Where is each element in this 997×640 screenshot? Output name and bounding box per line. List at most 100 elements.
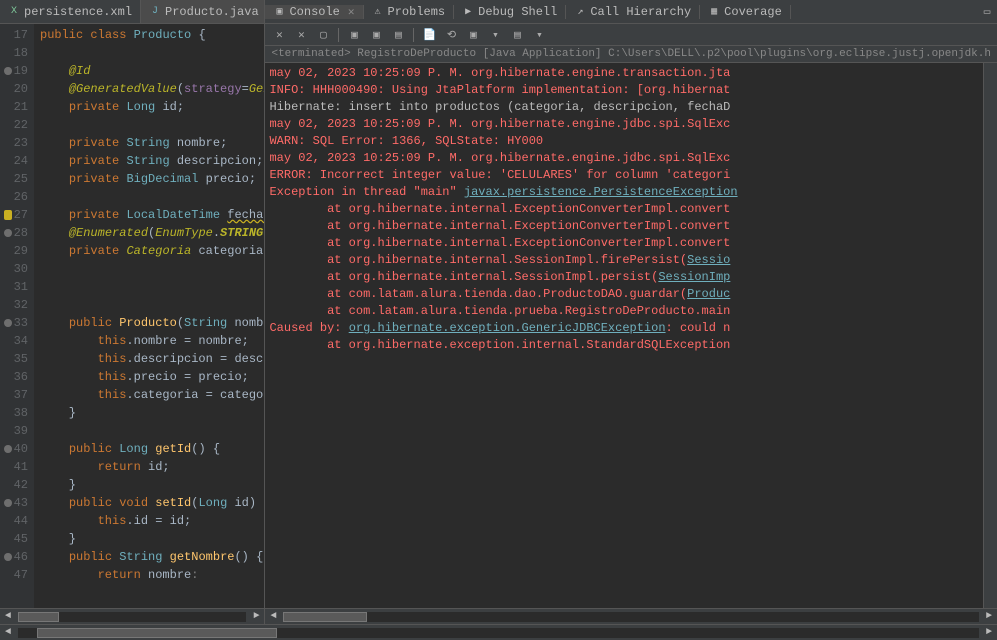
view-tab[interactable]: ▦ Coverage (700, 5, 791, 19)
code-line[interactable] (40, 296, 264, 314)
tab-label: Console (289, 5, 339, 19)
code-line[interactable]: } (40, 404, 264, 422)
code-line[interactable]: public Producto(String nombre, Strin (40, 314, 264, 332)
minimize-icon[interactable]: ▭ (979, 4, 995, 20)
view-tab[interactable]: ⚠Problems (364, 5, 455, 19)
code-line[interactable]: public class Producto { (40, 26, 264, 44)
view-tab[interactable]: ↗Call Hierarchy (566, 5, 700, 19)
toolbar-button[interactable]: ▤ (390, 27, 406, 43)
editor-horizontal-scrollbar[interactable]: ◄ ► (0, 608, 264, 624)
breakpoint-marker[interactable] (4, 553, 12, 561)
toolbar-button[interactable]: ▤ (509, 27, 525, 43)
code-editor[interactable]: public class Producto { @Id @GeneratedVa… (34, 24, 264, 608)
line-number: 45 (14, 530, 28, 548)
line-number: 26 (14, 188, 28, 206)
code-line[interactable]: public void setId(Long id) { (40, 494, 264, 512)
code-line[interactable]: } (40, 476, 264, 494)
toolbar-button[interactable]: ▾ (487, 27, 503, 43)
stacktrace-link[interactable]: org.hibernate.exception.GenericJDBCExcep… (349, 321, 666, 335)
toolbar-button[interactable]: ▣ (465, 27, 481, 43)
console-horizontal-scrollbar[interactable]: ◄ ► (265, 608, 997, 624)
scrollbar-thumb[interactable] (283, 612, 366, 622)
code-line[interactable]: private String nombre; (40, 134, 264, 152)
tab-label: Call Hierarchy (590, 5, 691, 19)
code-line[interactable] (40, 188, 264, 206)
code-line[interactable] (40, 44, 264, 62)
toolbar-button[interactable]: ▣ (346, 27, 362, 43)
code-line[interactable]: this.categoria = categoria; (40, 386, 264, 404)
editor-tab[interactable]: Xpersistence.xml (0, 0, 141, 23)
tab-label: Coverage (724, 5, 782, 19)
view-icon: ▣ (273, 6, 285, 18)
console-vertical-scrollbar[interactable] (983, 63, 997, 608)
scroll-left-arrow[interactable]: ◄ (0, 627, 16, 638)
scroll-right-arrow[interactable]: ► (981, 611, 997, 622)
code-line[interactable] (40, 260, 264, 278)
scrollbar-thumb[interactable] (37, 628, 277, 638)
editor-tab[interactable]: JProducto.java✕ (141, 0, 264, 23)
toolbar-button[interactable]: ⟲ (443, 27, 459, 43)
code-line[interactable]: return id; (40, 458, 264, 476)
stacktrace-link[interactable]: SessionImp (658, 270, 730, 284)
toolbar-button[interactable]: 📄 (421, 27, 437, 43)
code-line[interactable]: private Long id; (40, 98, 264, 116)
view-icon: ▦ (708, 6, 720, 18)
scrollbar-thumb[interactable] (18, 612, 59, 622)
line-number: 38 (14, 404, 28, 422)
console-output[interactable]: may 02, 2023 10:25:09 P. M. org.hibernat… (265, 63, 983, 608)
breakpoint-marker[interactable] (4, 67, 12, 75)
code-line[interactable]: private LocalDateTime fechaDeRegistr (40, 206, 264, 224)
line-number: 28 (14, 224, 28, 242)
code-line[interactable]: @Id (40, 62, 264, 80)
code-line[interactable]: @Enumerated(EnumType.STRING) (40, 224, 264, 242)
stacktrace-link[interactable]: Produc (687, 287, 730, 301)
code-line[interactable] (40, 422, 264, 440)
code-line[interactable]: @GeneratedValue(strategy=GenerationT (40, 80, 264, 98)
code-line[interactable]: this.descripcion = descripcion; (40, 350, 264, 368)
code-line[interactable]: private Categoria categoria; (40, 242, 264, 260)
breakpoint-marker[interactable] (4, 499, 12, 507)
line-number: 47 (14, 566, 28, 584)
console-line: Caused by: org.hibernate.exception.Gener… (269, 320, 979, 337)
warning-marker[interactable] (4, 210, 12, 220)
code-line[interactable]: } (40, 530, 264, 548)
bottom-horizontal-scrollbar[interactable]: ◄ ► (0, 624, 997, 640)
stacktrace-link[interactable]: Sessio (687, 253, 730, 267)
close-icon[interactable]: ✕ (348, 5, 355, 19)
toolbar-button[interactable]: ▾ (531, 27, 547, 43)
code-line[interactable]: public Long getId() { (40, 440, 264, 458)
line-number: 39 (14, 422, 28, 440)
code-line[interactable] (40, 278, 264, 296)
code-line[interactable]: return nombre: (40, 566, 264, 584)
line-number: 44 (14, 512, 28, 530)
line-number: 22 (14, 116, 28, 134)
views-tab-bar: ▣ Console ✕ ⚠Problems▶Debug Shell↗Call Hier… (265, 0, 997, 24)
line-number: 27 (14, 206, 28, 224)
view-tab[interactable]: ▶Debug Shell (454, 5, 566, 19)
toolbar-button[interactable]: ✕ (271, 27, 287, 43)
scroll-left-arrow[interactable]: ◄ (0, 611, 16, 622)
toolbar-button[interactable]: ✕ (293, 27, 309, 43)
console-line: INFO: HHH000490: Using JtaPlatform imple… (269, 82, 979, 99)
stacktrace-link[interactable]: javax.persistence.PersistenceException (464, 185, 738, 199)
code-line[interactable]: this.nombre = nombre; (40, 332, 264, 350)
breakpoint-marker[interactable] (4, 319, 12, 327)
breakpoint-marker[interactable] (4, 445, 12, 453)
code-line[interactable]: private BigDecimal precio; (40, 170, 264, 188)
toolbar-button[interactable]: ▢ (315, 27, 331, 43)
line-number: 23 (14, 134, 28, 152)
console-line: at org.hibernate.internal.ExceptionConve… (269, 218, 979, 235)
line-number: 21 (14, 98, 28, 116)
view-icon: ⚠ (372, 6, 384, 18)
code-line[interactable] (40, 116, 264, 134)
code-line[interactable]: private String descripcion; (40, 152, 264, 170)
code-line[interactable]: this.id = id; (40, 512, 264, 530)
code-line[interactable]: this.precio = precio; (40, 368, 264, 386)
breakpoint-marker[interactable] (4, 229, 12, 237)
toolbar-button[interactable]: ▣ (368, 27, 384, 43)
view-tab[interactable]: ▣ Console ✕ (265, 5, 363, 19)
scroll-right-arrow[interactable]: ► (981, 627, 997, 638)
scroll-left-arrow[interactable]: ◄ (265, 611, 281, 622)
code-line[interactable]: public String getNombre() { (40, 548, 264, 566)
scroll-right-arrow[interactable]: ► (248, 611, 264, 622)
